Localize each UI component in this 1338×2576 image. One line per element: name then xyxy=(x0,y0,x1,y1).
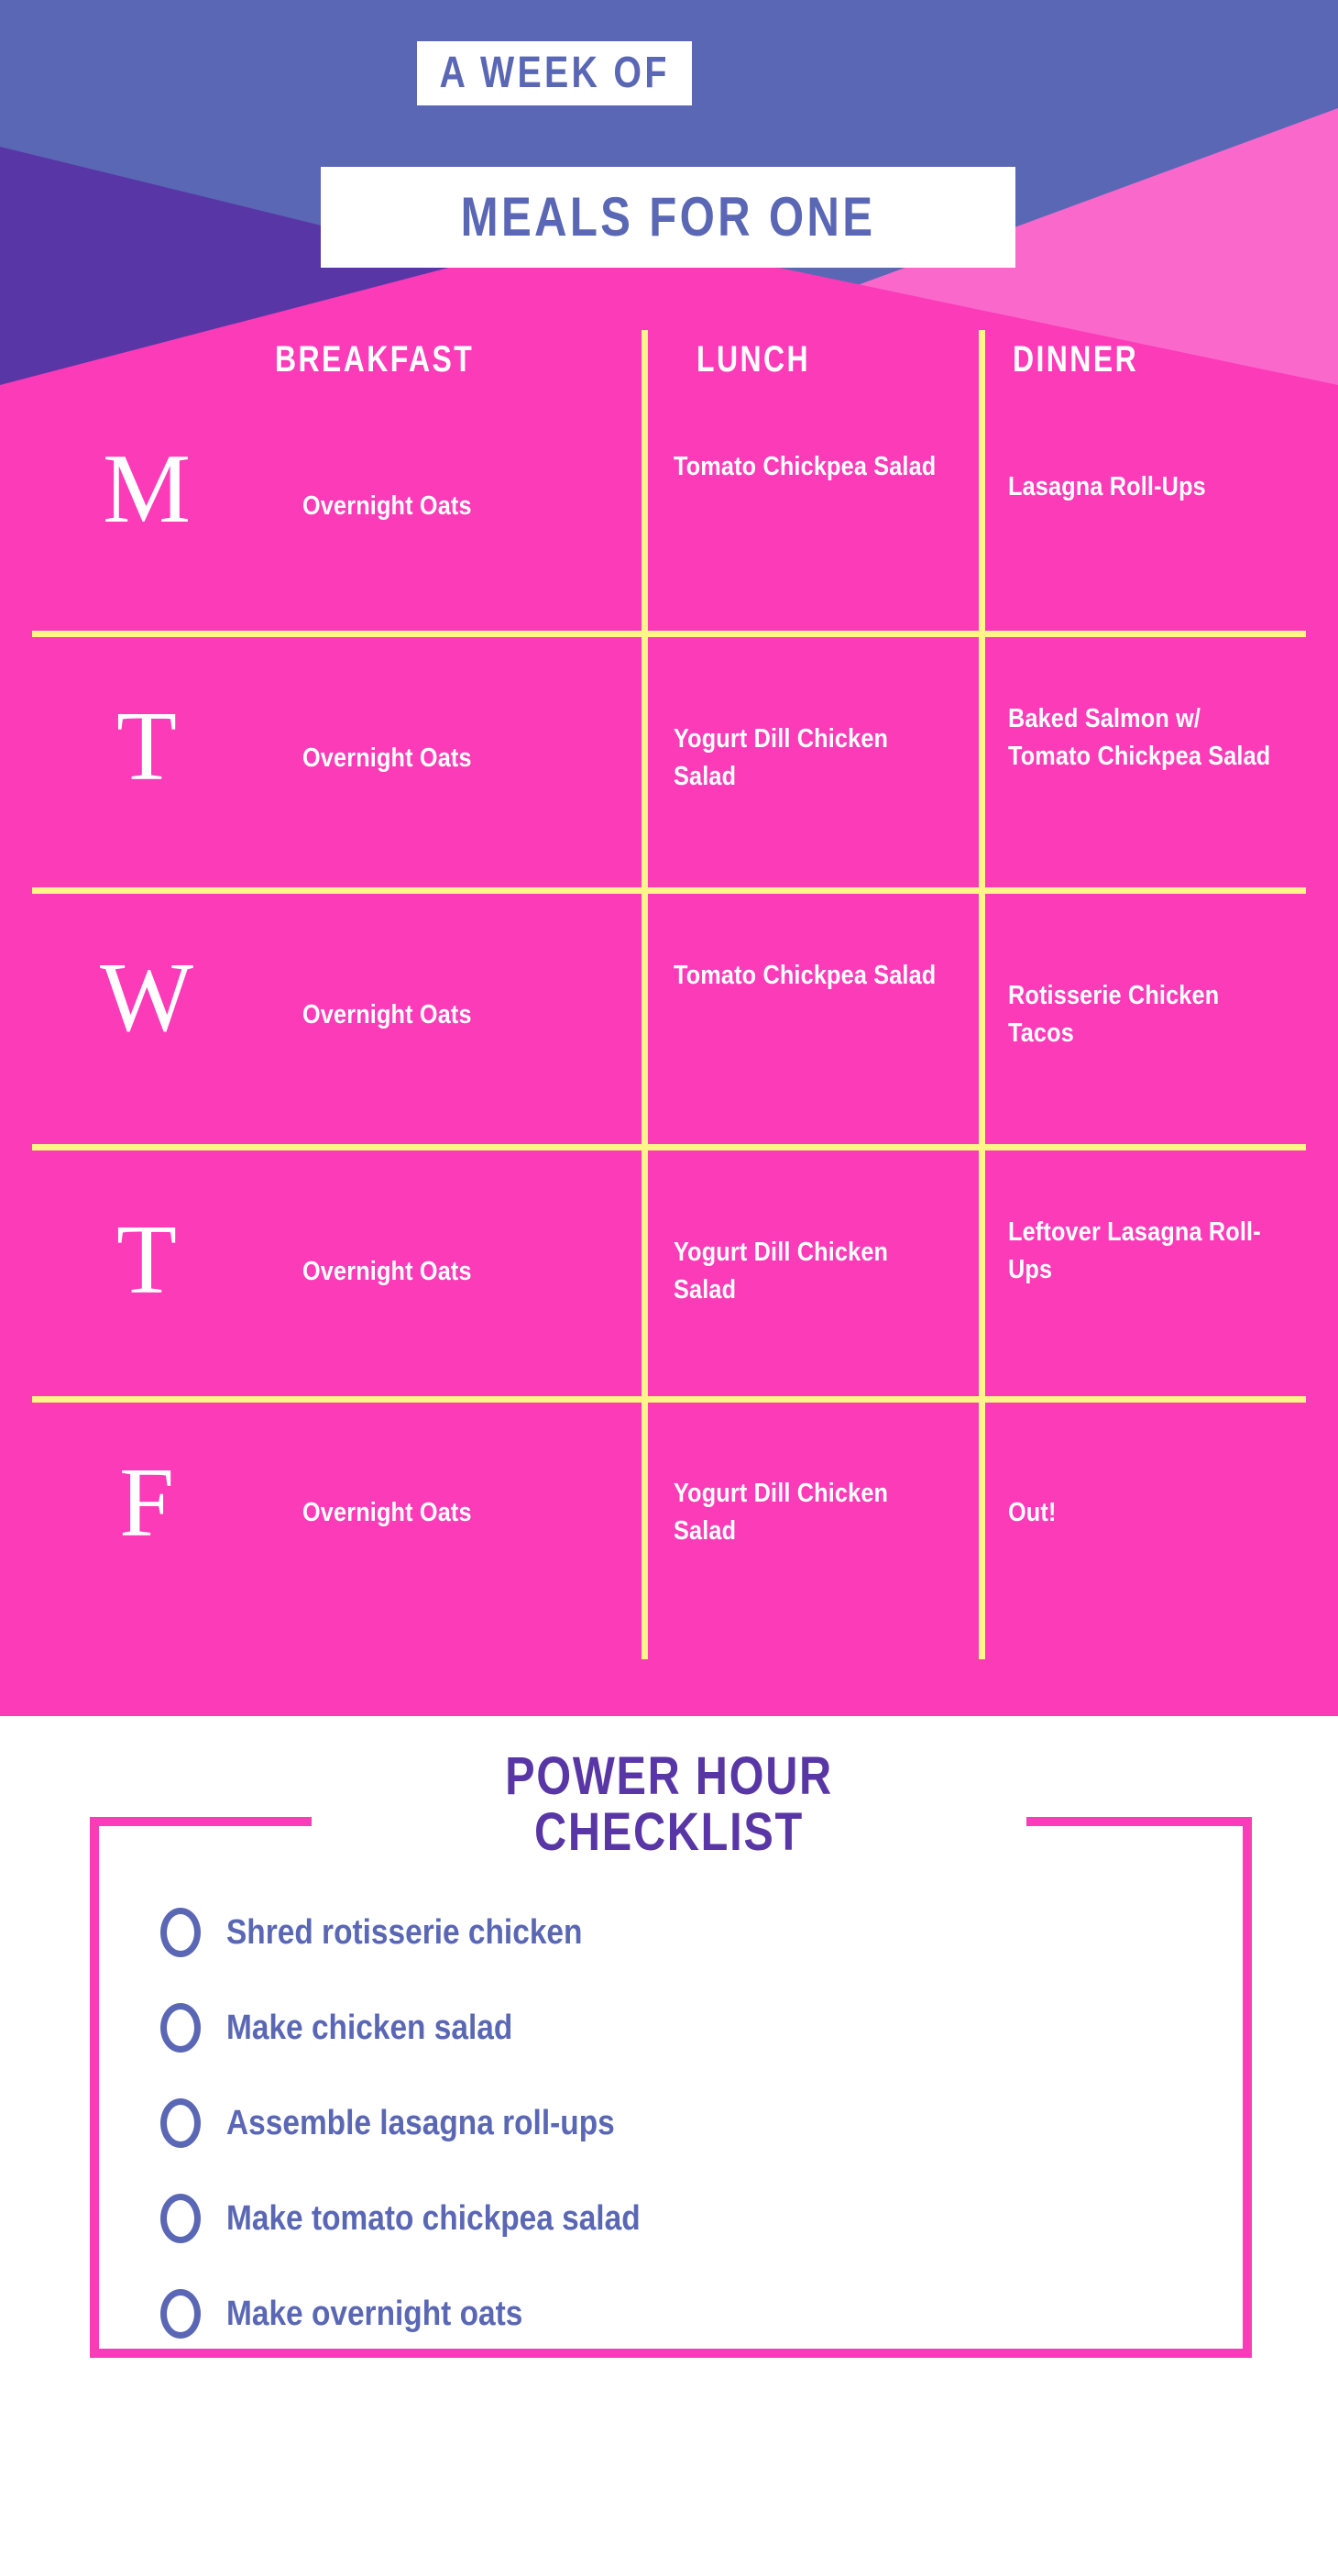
cell-lunch: Tomato Chickpea Salad xyxy=(674,961,937,990)
table-row: F Overnight Oats Yogurt Dill Chicken Sal… xyxy=(0,1403,1338,1659)
title-line-2-text: MEALS FOR ONE xyxy=(460,186,876,248)
list-item[interactable]: Make tomato chickpea salad xyxy=(160,2185,1168,2251)
cell-dinner: Leftover Lasagna Roll-Ups xyxy=(1008,1217,1261,1285)
infographic-page: A WEEK OF MEALS FOR ONE BREAKFAST LUNCH … xyxy=(0,0,1338,2576)
day-letter: T xyxy=(116,692,177,801)
cell-dinner: Lasagna Roll-Ups xyxy=(1008,472,1206,501)
checklist-item-label: Make overnight oats xyxy=(226,2295,523,2333)
column-divider-1 xyxy=(642,330,648,1659)
column-header-breakfast: BREAKFAST xyxy=(275,339,475,380)
table-row: W Overnight Oats Tomato Chickpea Salad R… xyxy=(0,894,1338,1150)
day-letter: F xyxy=(118,1448,175,1558)
table-row: T Overnight Oats Yogurt Dill Chicken Sal… xyxy=(0,1150,1338,1407)
checkbox-circle-icon[interactable] xyxy=(160,2194,201,2243)
row-divider-2 xyxy=(32,887,1306,894)
title-box-line-2: MEALS FOR ONE xyxy=(321,167,1015,268)
cell-dinner: Out! xyxy=(1008,1498,1057,1527)
checklist-title: POWER HOUR CHECKLIST xyxy=(0,1748,1338,1861)
column-header-lunch: LUNCH xyxy=(696,339,810,380)
title-line-1-text: A WEEK OF xyxy=(439,49,670,97)
day-letter: T xyxy=(116,1205,177,1315)
cell-dinner: Baked Salmon w/ Tomato Chickpea Salad xyxy=(1008,704,1271,772)
day-letter: W xyxy=(100,943,193,1052)
cell-breakfast: Overnight Oats xyxy=(302,1498,472,1527)
row-divider-4 xyxy=(32,1396,1306,1403)
checkbox-circle-icon[interactable] xyxy=(160,2289,201,2339)
day-letter: M xyxy=(102,435,192,544)
checkbox-circle-icon[interactable] xyxy=(160,1908,201,1957)
cell-breakfast: Overnight Oats xyxy=(302,1000,472,1029)
checklist-item-label: Make tomato chickpea salad xyxy=(226,2199,641,2238)
cell-dinner: Rotisserie Chicken Tacos xyxy=(1008,981,1220,1049)
checklist-title-line-1: POWER HOUR xyxy=(505,1746,833,1806)
cell-lunch: Yogurt Dill Chicken Salad xyxy=(674,724,889,792)
power-hour-checklist-section: POWER HOUR CHECKLIST Shred rotisserie ch… xyxy=(0,1716,1338,2576)
cell-breakfast: Overnight Oats xyxy=(302,491,472,521)
checklist-title-line-2: CHECKLIST xyxy=(534,1802,804,1863)
checkbox-circle-icon[interactable] xyxy=(160,2003,201,2053)
cell-breakfast: Overnight Oats xyxy=(302,1257,472,1286)
list-item[interactable]: Assemble lasagna roll-ups xyxy=(160,2090,1168,2156)
list-item[interactable]: Make chicken salad xyxy=(160,1995,1168,2061)
table-row: T Overnight Oats Yogurt Dill Chicken Sal… xyxy=(0,637,1338,894)
cell-lunch: Yogurt Dill Chicken Salad xyxy=(674,1238,889,1305)
checklist-item-label: Make chicken salad xyxy=(226,2009,513,2047)
row-divider-1 xyxy=(32,631,1306,637)
cell-lunch: Yogurt Dill Chicken Salad xyxy=(674,1479,889,1547)
cell-breakfast: Overnight Oats xyxy=(302,743,472,773)
checklist-items: Shred rotisserie chicken Make chicken sa… xyxy=(160,1899,1168,2376)
title-box-line-1: A WEEK OF xyxy=(417,41,692,105)
header-banner: A WEEK OF MEALS FOR ONE xyxy=(0,0,1338,385)
table-row: M Overnight Oats Tomato Chickpea Salad L… xyxy=(0,385,1338,631)
cell-lunch: Tomato Chickpea Salad xyxy=(674,452,937,481)
meal-table: BREAKFAST LUNCH DINNER M Overnight Oats … xyxy=(0,330,1338,1716)
checklist-item-label: Assemble lasagna roll-ups xyxy=(226,2104,615,2142)
list-item[interactable]: Shred rotisserie chicken xyxy=(160,1899,1168,1965)
checklist-item-label: Shred rotisserie chicken xyxy=(226,1913,583,1952)
row-divider-3 xyxy=(32,1144,1306,1150)
checkbox-circle-icon[interactable] xyxy=(160,2098,201,2148)
column-header-dinner: DINNER xyxy=(1013,339,1139,380)
meal-table-column-headers: BREAKFAST LUNCH DINNER xyxy=(0,341,1338,396)
list-item[interactable]: Make overnight oats xyxy=(160,2281,1168,2347)
column-divider-2 xyxy=(979,330,985,1659)
